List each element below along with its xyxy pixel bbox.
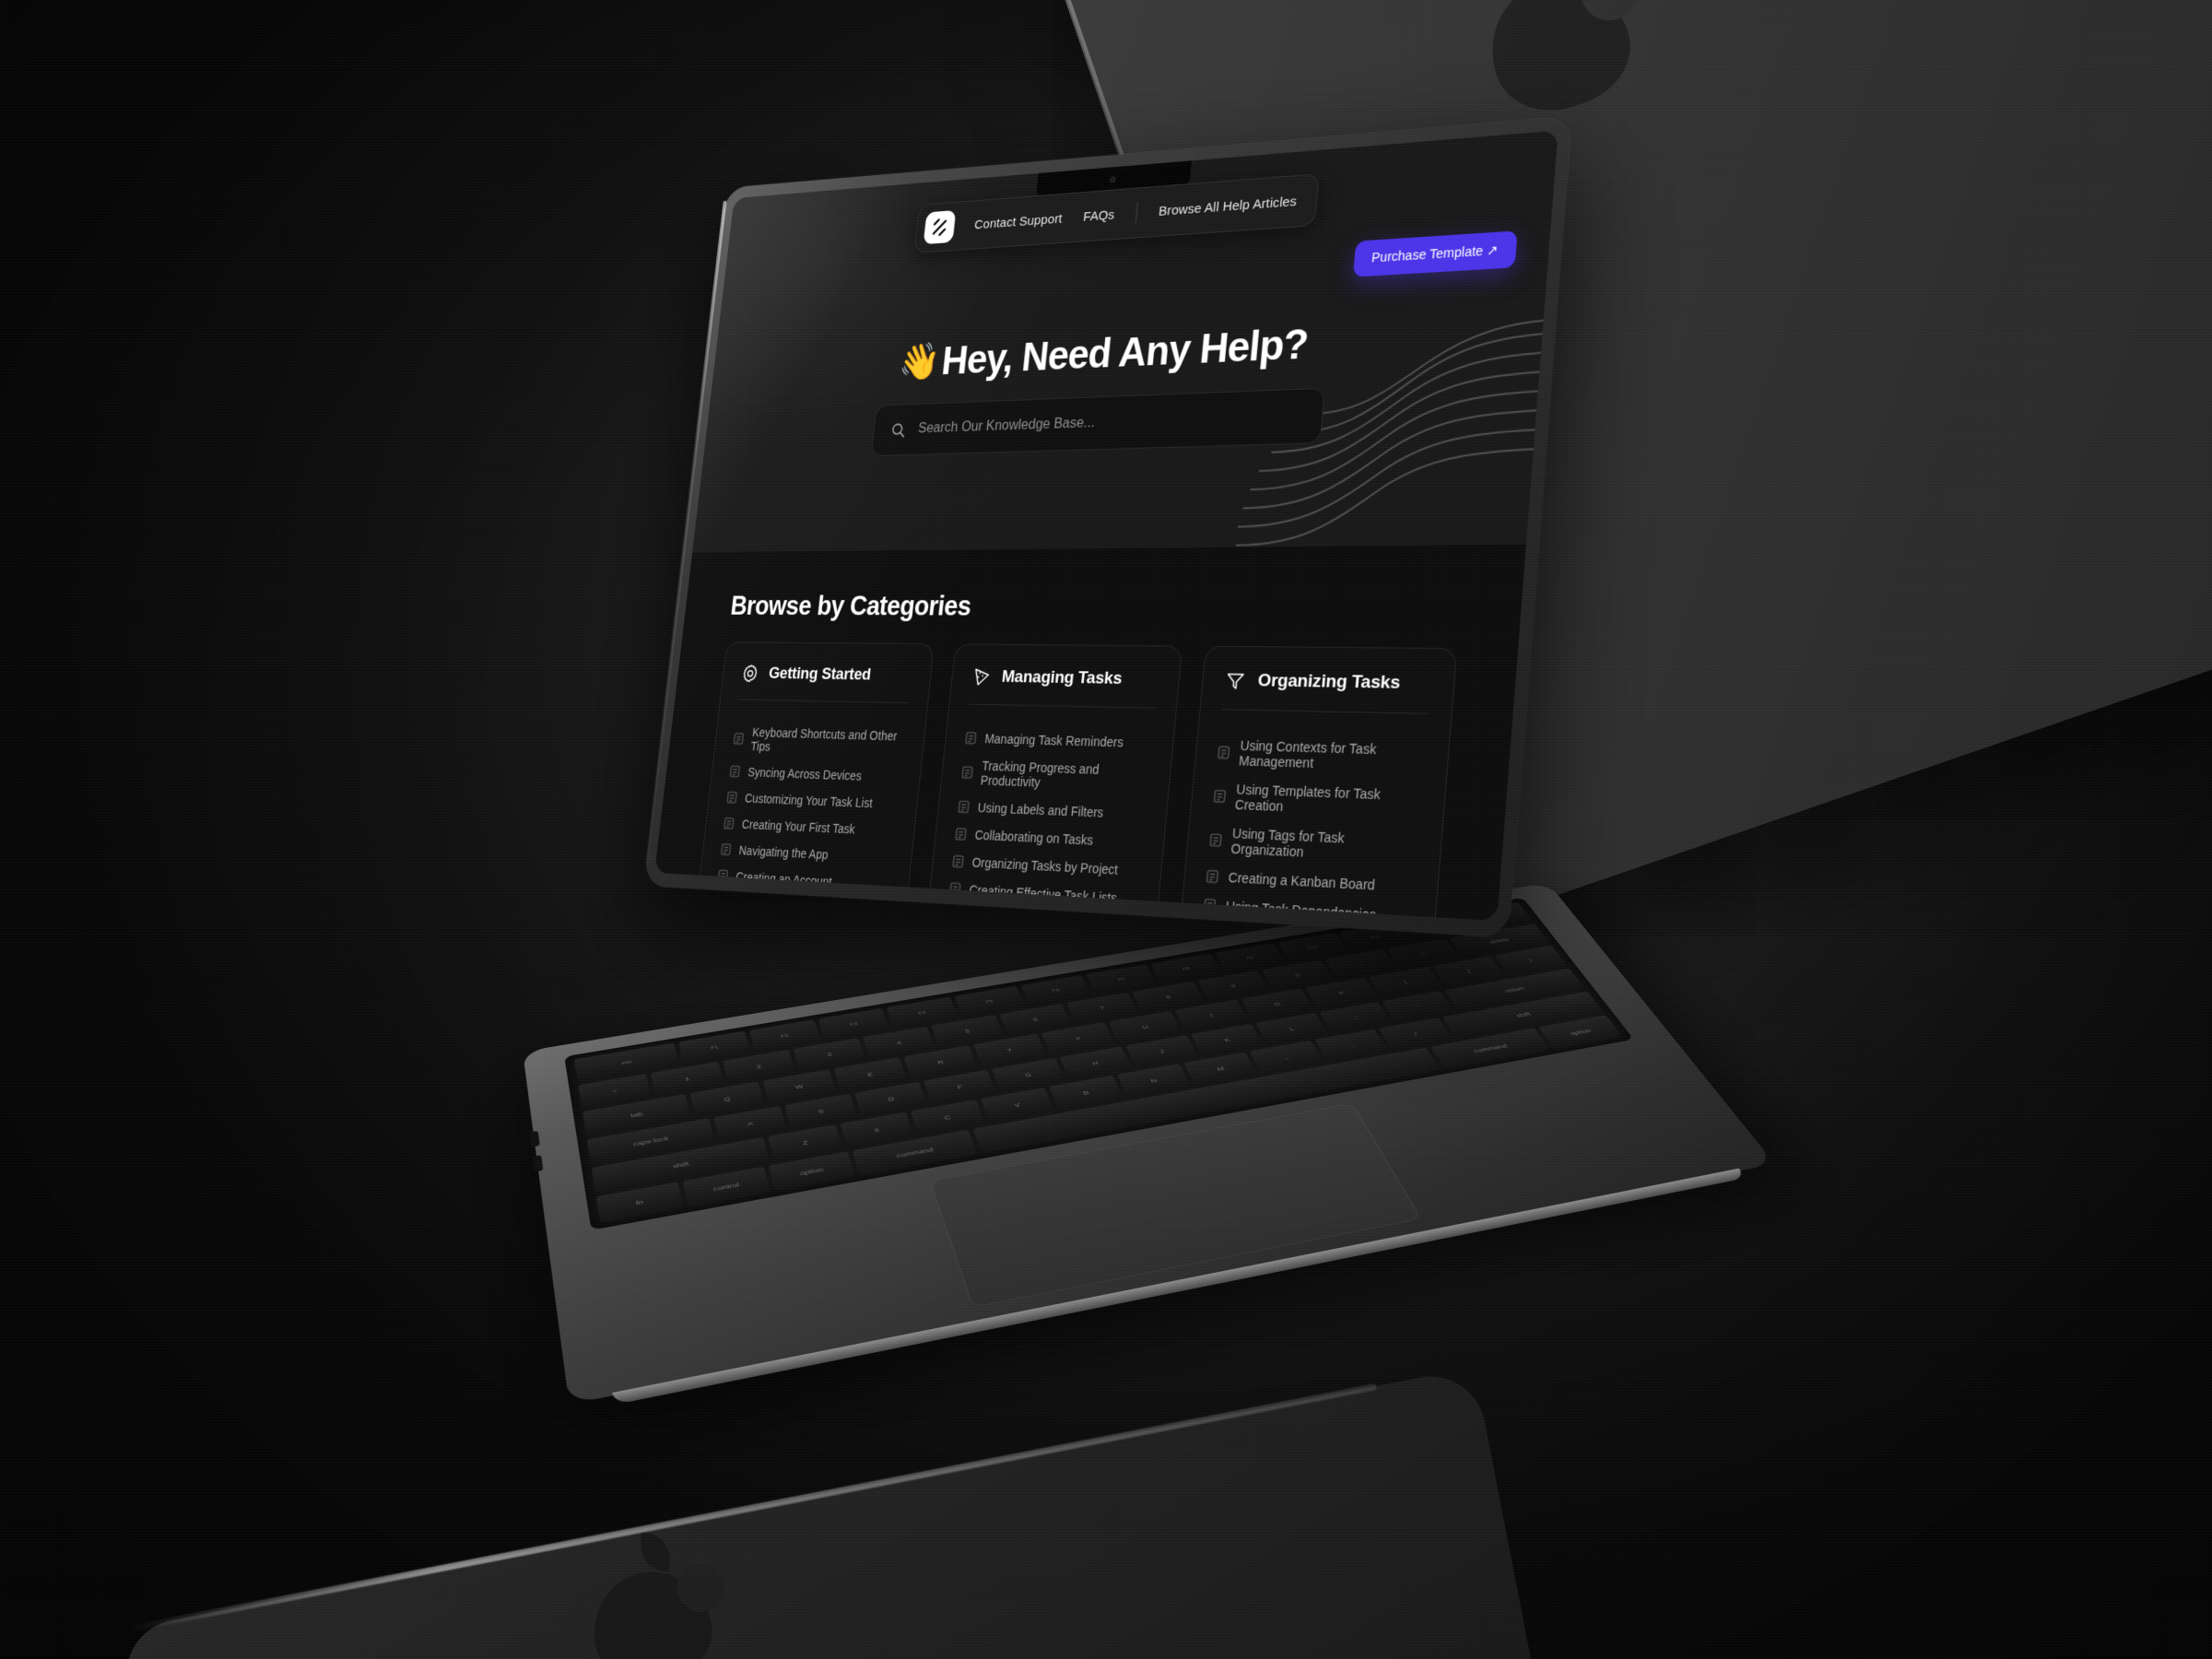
- nav-divider: [1135, 202, 1138, 224]
- article-title: Syncing Across Devices: [747, 765, 863, 783]
- help-center-page: Contact Support FAQs Browse All Help Art…: [654, 130, 1559, 922]
- article-title: Using Tags for Task Organization: [1230, 825, 1346, 860]
- article-title: Using Contexts for Task Management: [1238, 737, 1378, 771]
- nav-link-browse-all-help-articles[interactable]: Browse All Help Articles: [1158, 194, 1297, 218]
- article-title: Collaborating on Tasks: [973, 827, 1094, 848]
- document-icon: [949, 882, 961, 896]
- categories-section: Browse by Categories Getting Started Key…: [654, 544, 1526, 922]
- article-title: Tracking Progress and Productivity: [980, 758, 1100, 790]
- article-item[interactable]: Using Contexts for Task Management: [1217, 731, 1427, 782]
- document-icon: [724, 818, 735, 830]
- webcam-icon: [1109, 176, 1116, 183]
- view-all-articles-link[interactable]: View All Articles →: [712, 920, 808, 921]
- macbook-mockup: esc F1 F2 F3 F4 F5 F6 F7 F8 F9 F10 F11 F…: [0, 0, 2212, 1659]
- document-icon: [717, 869, 728, 882]
- key[interactable]: A: [713, 1105, 787, 1142]
- categories-heading: Browse by Categories: [729, 590, 973, 622]
- category-header: Getting Started: [738, 663, 912, 704]
- article-title: Keyboard Shortcuts and Other Tips: [749, 724, 899, 754]
- laptop-screen: Contact Support FAQs Browse All Help Art…: [654, 130, 1559, 922]
- laptop-base: esc F1 F2 F3 F4 F5 F6 F7 F8 F9 F10 F11 F…: [523, 882, 1775, 1406]
- slash-logo-icon[interactable]: [923, 210, 957, 245]
- document-icon: [958, 800, 970, 813]
- article-item[interactable]: Keyboard Shortcuts and Other Tips: [732, 719, 906, 764]
- gear-icon: [740, 663, 760, 684]
- article-title: Using Task Dependencies: [1225, 898, 1377, 922]
- article-item[interactable]: Creating a Task Hierarchy: [1200, 920, 1410, 921]
- document-icon: [965, 732, 977, 745]
- document-icon: [734, 733, 745, 745]
- article-title: Creating an Account: [735, 869, 833, 889]
- search-bar[interactable]: [870, 387, 1325, 457]
- article-title: Organizing Tasks by Project: [971, 854, 1119, 877]
- document-icon: [721, 843, 732, 856]
- document-icon: [961, 766, 973, 779]
- category-header: Managing Tasks: [969, 665, 1159, 709]
- key[interactable]: command: [852, 1129, 978, 1176]
- article-item[interactable]: Using Task Dependencies: [1203, 890, 1413, 921]
- document-icon: [1204, 899, 1217, 912]
- keyboard[interactable]: esc F1 F2 F3 F4 F5 F6 F7 F8 F9 F10 F11 F…: [564, 897, 1634, 1230]
- category-card-getting-started[interactable]: Getting Started Keyboard Shortcuts and O…: [687, 641, 935, 922]
- nav-link-faqs[interactable]: FAQs: [1083, 207, 1115, 225]
- article-title: Using Templates for Task Creation: [1234, 782, 1382, 815]
- category-title: Organizing Tasks: [1256, 670, 1401, 694]
- document-icon: [955, 828, 967, 841]
- key[interactable]: X: [839, 1112, 914, 1148]
- article-title: Navigating the App: [737, 842, 830, 863]
- article-item[interactable]: Creating a Kanban Board: [1206, 862, 1415, 901]
- waving-hand-icon: 👋: [897, 340, 942, 382]
- category-footer: View All Articles →: [711, 904, 886, 922]
- document-icon: [952, 854, 964, 867]
- category-title: Managing Tasks: [1000, 667, 1124, 688]
- article-item[interactable]: Collaborating on Tasks: [954, 820, 1144, 857]
- categories-grid: Getting Started Keyboard Shortcuts and O…: [668, 641, 1458, 922]
- document-icon: [1218, 746, 1230, 759]
- article-item[interactable]: Creating Effective Task Lists: [948, 875, 1138, 913]
- laptop-lid: Contact Support FAQs Browse All Help Art…: [643, 116, 1572, 938]
- document-icon: [729, 765, 740, 777]
- wave-lines-decoration: [1218, 282, 1559, 552]
- article-title: Customizing Your Task List: [744, 791, 874, 811]
- article-item[interactable]: Tracking Progress and Productivity: [959, 751, 1150, 800]
- funnel-icon: [1224, 669, 1247, 692]
- category-card-organizing-tasks[interactable]: Organizing Tasks Using Contexts for Task…: [1171, 645, 1458, 922]
- article-list: Using Contexts for Task Management Using…: [1199, 710, 1429, 921]
- purchase-template-button[interactable]: Purchase Template ↗: [1352, 230, 1518, 277]
- key[interactable]: fn: [595, 1182, 684, 1224]
- nav-link-contact-support[interactable]: Contact Support: [974, 211, 1064, 232]
- key[interactable]: control: [682, 1166, 771, 1207]
- article-title: Creating Your First Task: [741, 817, 856, 837]
- article-item[interactable]: Using Labels and Filters: [957, 793, 1147, 828]
- article-title: Creating a Kanban Board: [1228, 869, 1376, 893]
- article-item[interactable]: Using Tags for Task Organization: [1208, 818, 1419, 872]
- category-footer: View All Articles →: [943, 918, 1135, 922]
- key[interactable]: Z: [768, 1124, 843, 1161]
- search-icon: [890, 421, 907, 438]
- article-item[interactable]: Organizing Tasks by Project: [951, 848, 1141, 886]
- category-title: Getting Started: [768, 664, 872, 685]
- document-icon: [1206, 869, 1219, 883]
- document-icon: [1214, 789, 1227, 803]
- document-icon: [726, 791, 737, 804]
- document-icon: [1209, 833, 1222, 847]
- article-title: Creating Effective Task Lists: [968, 882, 1118, 906]
- category-card-managing-tasks[interactable]: Managing Tasks Managing Task Reminders T…: [917, 643, 1183, 922]
- article-list: Keyboard Shortcuts and Other Tips Syncin…: [715, 700, 909, 914]
- category-header: Organizing Tasks: [1221, 669, 1432, 714]
- article-list: Managing Task Reminders Tracking Progres…: [947, 705, 1155, 921]
- key[interactable]: option: [768, 1151, 855, 1192]
- article-title: Managing Task Reminders: [983, 731, 1124, 750]
- search-input[interactable]: [917, 407, 1303, 438]
- pie-wedge-icon: [971, 666, 993, 688]
- key[interactable]: caps lock: [586, 1117, 715, 1165]
- trackpad[interactable]: [929, 1102, 1422, 1308]
- base-front-edge: [612, 1168, 1747, 1406]
- side-ports: [524, 1115, 548, 1188]
- key[interactable]: shift: [591, 1136, 771, 1194]
- article-item[interactable]: Using Templates for Task Creation: [1212, 774, 1422, 827]
- article-title: Using Labels and Filters: [976, 800, 1104, 820]
- hero-section: Contact Support FAQs Browse All Help Art…: [692, 130, 1559, 553]
